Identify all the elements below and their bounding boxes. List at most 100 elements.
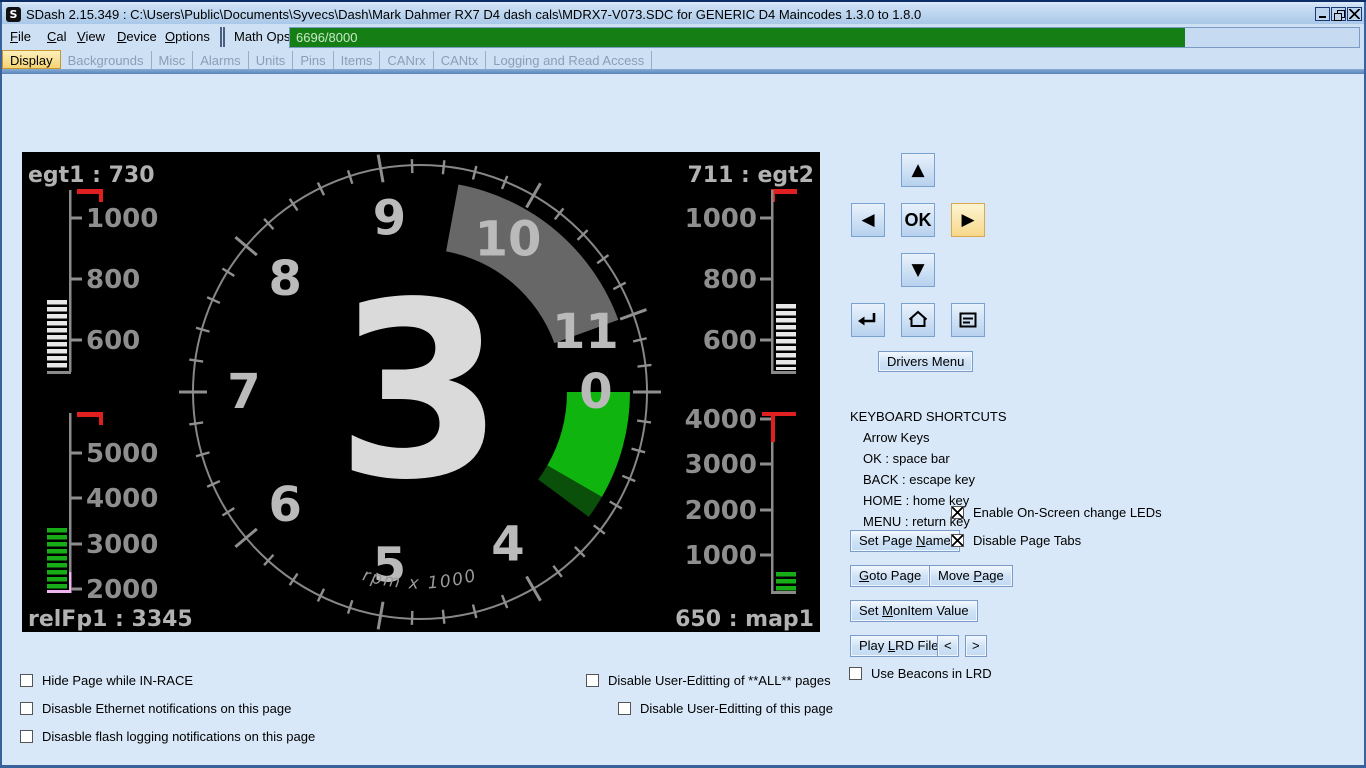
dial-number-8: 8 [268, 251, 301, 307]
use-beacons-label: Use Beacons in LRD [871, 666, 992, 681]
disable-page-tabs-label: Disable Page Tabs [973, 533, 1081, 548]
home-icon [907, 309, 929, 331]
hide-page-in-race-row: Hide Page while IN-RACE [20, 673, 193, 688]
progress-fill [290, 28, 1185, 47]
triangle-up-icon: ▲ [911, 162, 924, 179]
gauge-map1: 650 : map1 4000 3000 2000 1000 [675, 405, 814, 632]
nav-home-button[interactable] [901, 303, 935, 337]
enable-leds-row: Enable On-Screen change LEDs [951, 505, 1162, 520]
tab-underline-strip [2, 69, 1364, 74]
lrd-prev-button[interactable]: < [937, 635, 959, 657]
svg-text:3000: 3000 [86, 530, 158, 560]
menu-item-cal[interactable]: Cal [47, 29, 67, 44]
nav-back-button[interactable] [851, 303, 885, 337]
svg-text:1000: 1000 [685, 204, 757, 234]
svg-text:2000: 2000 [86, 575, 158, 605]
menu-item-view[interactable]: View [77, 29, 105, 44]
disable-flash-logging-row: Disasble flash logging notifications on … [20, 729, 315, 744]
disable-ethernet-notifications-checkbox[interactable] [20, 702, 33, 715]
svg-text:4000: 4000 [86, 484, 158, 514]
hide-page-in-race-checkbox[interactable] [20, 674, 33, 687]
nav-up-button[interactable]: ▲ [901, 153, 935, 187]
gauge-egt1: egt1 : 7301000800600 [28, 163, 158, 374]
svg-text:1000: 1000 [685, 541, 757, 571]
play-lrd-file-button[interactable]: Play LRD File [850, 635, 947, 657]
nav-menu-button[interactable] [951, 303, 985, 337]
svg-text:5000: 5000 [86, 439, 158, 469]
disable-ethernet-notifications-label: Disasble Ethernet notifications on this … [42, 701, 291, 716]
tab-pins[interactable]: Pins [293, 51, 333, 70]
disable-editing-all-pages-checkbox[interactable] [586, 674, 599, 687]
dial-number-9: 9 [373, 191, 406, 247]
menu-item-file[interactable]: File [10, 29, 31, 44]
triangle-right-icon: ▶ [961, 212, 974, 229]
move-page-button[interactable]: Move Page [929, 565, 1013, 587]
hide-page-in-race-label: Hide Page while IN-RACE [42, 673, 193, 688]
nav-right-button[interactable]: ▶ [951, 203, 985, 237]
shortcut-line: BACK : escape key [863, 469, 1007, 490]
tab-display[interactable]: Display [2, 50, 61, 69]
gauge-label-egt1: egt1 : 730 [28, 163, 155, 188]
lrd-next-button[interactable]: > [965, 635, 987, 657]
set-monitem-value-button[interactable]: Set MonItem Value [850, 600, 978, 622]
minimize-button[interactable] [1315, 7, 1330, 21]
nav-left-button[interactable]: ◀ [851, 203, 885, 237]
menu-item-options[interactable]: Options [165, 29, 210, 44]
shortcut-line: OK : space bar [863, 448, 1007, 469]
dash-preview-panel[interactable]: 045678910113rpm x 1000egt1 : 73010008006… [22, 152, 820, 632]
disable-page-tabs-row: Disable Page Tabs [951, 533, 1081, 548]
tab-backgrounds[interactable]: Backgrounds [61, 51, 152, 70]
gauge-label-egt2: 711 : egt2 [687, 163, 814, 188]
triangle-down-icon: ▼ [911, 262, 924, 279]
tab-items[interactable]: Items [334, 51, 381, 70]
progress-text: 6696/8000 [296, 30, 357, 45]
ok-label: OK [905, 210, 932, 231]
disable-editing-this-page-row: Disable User-Editting of this page [618, 701, 833, 716]
disable-page-tabs-checkbox[interactable] [951, 534, 964, 547]
tab-units[interactable]: Units [249, 51, 294, 70]
disable-editing-all-pages-label: Disable User-Editting of **ALL** pages [608, 673, 831, 688]
tachometer-dial: 045678910113rpm x 1000 [179, 155, 661, 630]
shortcuts-title: KEYBOARD SHORTCUTS [850, 406, 1007, 427]
disable-editing-this-page-label: Disable User-Editting of this page [640, 701, 833, 716]
nav-down-button[interactable]: ▼ [901, 253, 935, 287]
enable-leds-checkbox[interactable] [951, 506, 964, 519]
tab-canrx[interactable]: CANrx [380, 51, 433, 70]
use-beacons-checkbox[interactable] [849, 667, 862, 680]
svg-text:3000: 3000 [685, 450, 757, 480]
minimize-icon [1319, 16, 1326, 18]
goto-page-button[interactable]: Goto Page [850, 565, 930, 587]
tab-misc[interactable]: Misc [152, 51, 194, 70]
triangle-left-icon: ◀ [861, 212, 874, 229]
menu-bar: File Cal View Device Options Math Ops 6696/8… [2, 24, 1364, 50]
dial-number-6: 6 [268, 477, 301, 533]
set-page-name-button[interactable]: Set Page Name [850, 530, 960, 552]
disable-flash-logging-label: Disasble flash logging notifications on … [42, 729, 315, 744]
gauge-label-map1: 650 : map1 [675, 607, 814, 632]
restore-button[interactable] [1331, 7, 1346, 21]
menu-item-device[interactable]: Device [117, 29, 157, 44]
disable-editing-this-page-checkbox[interactable] [618, 702, 631, 715]
close-icon [1349, 9, 1360, 19]
svg-text:800: 800 [703, 265, 757, 295]
tab-alarms[interactable]: Alarms [193, 51, 248, 70]
disable-ethernet-notifications-row: Disasble Ethernet notifications on this … [20, 701, 291, 716]
tab-cantx[interactable]: CANtx [434, 51, 487, 70]
drivers-menu-button[interactable]: Drivers Menu [878, 351, 973, 372]
math-ops-label: Math Ops [234, 29, 290, 44]
nav-ok-button[interactable]: OK [901, 203, 935, 237]
svg-text:4000: 4000 [685, 405, 757, 435]
window-title: SDash 2.15.349 : C:\Users\Public\Documen… [26, 7, 1315, 22]
svg-text:2000: 2000 [685, 496, 757, 526]
menu-separator [220, 27, 225, 47]
tab-bar: DisplayBackgroundsMiscAlarmsUnitsPinsIte… [2, 50, 1364, 69]
enable-leds-label: Enable On-Screen change LEDs [973, 505, 1162, 520]
use-beacons-row: Use Beacons in LRD [849, 666, 992, 681]
close-button[interactable] [1347, 7, 1362, 21]
tab-logging-and-read-access[interactable]: Logging and Read Access [486, 51, 652, 70]
gear-indicator: 3 [335, 251, 504, 534]
title-bar: S SDash 2.15.349 : C:\Users\Public\Docum… [2, 4, 1364, 24]
svg-text:600: 600 [703, 326, 757, 356]
svg-text:1000: 1000 [86, 204, 158, 234]
disable-flash-logging-checkbox[interactable] [20, 730, 33, 743]
